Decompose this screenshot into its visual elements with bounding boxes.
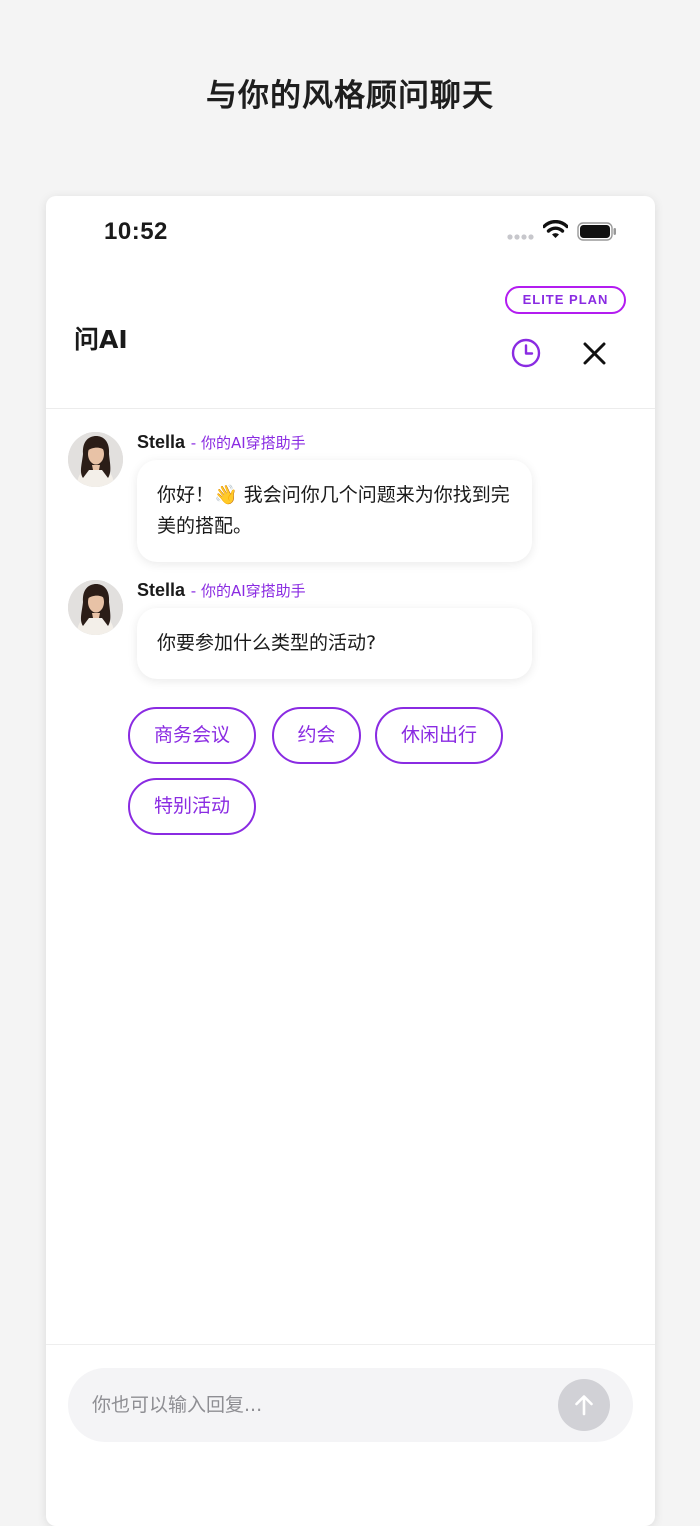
waving-hand-emoji: 👋	[214, 484, 238, 506]
page-heading: 与你的风格顾问聊天	[206, 78, 494, 114]
phone-screen: 10:52 ELITE PLAN 问AI Stella - 你的AI穿搭助手 你…	[46, 196, 655, 1526]
sender-name: Stella	[137, 580, 186, 600]
option-date[interactable]: 约会	[272, 707, 361, 764]
composer-divider	[46, 1344, 655, 1345]
arrow-up-icon	[575, 1395, 593, 1416]
elite-plan-badge: ELITE PLAN	[505, 286, 626, 314]
cellular-signal-icon	[507, 234, 534, 240]
option-special-event[interactable]: 特别活动	[128, 778, 256, 835]
message-bubble: 你要参加什么类型的活动?	[137, 608, 532, 679]
header-divider	[46, 408, 655, 409]
chat-message: Stella - 你的AI穿搭助手 你要参加什么类型的活动?	[68, 580, 538, 680]
close-icon[interactable]	[583, 342, 606, 365]
stella-avatar	[68, 580, 123, 635]
sender-line: Stella - 你的AI穿搭助手	[137, 580, 306, 601]
chat-title: 问AI	[74, 325, 128, 354]
message-text-part: 你好！	[157, 484, 215, 506]
sender-line: Stella - 你的AI穿搭助手	[137, 432, 306, 453]
status-time: 10:52	[104, 218, 168, 245]
sender-name: Stella	[137, 432, 186, 452]
sender-role: - 你的AI穿搭助手	[190, 434, 306, 452]
option-business-meeting[interactable]: 商务会议	[128, 707, 256, 764]
sender-role: - 你的AI穿搭助手	[190, 582, 306, 600]
stella-avatar	[68, 432, 123, 487]
message-bubble: 你好！👋 我会问你几个问题来为你找到完美的搭配。	[137, 460, 532, 562]
clock-icon[interactable]	[511, 338, 541, 368]
chat-message: Stella - 你的AI穿搭助手 你好！👋 我会问你几个问题来为你找到完美的搭…	[68, 432, 538, 567]
option-casual-outing[interactable]: 休闲出行	[375, 707, 503, 764]
wifi-icon	[543, 220, 568, 238]
message-composer	[68, 1368, 633, 1442]
status-bar: 10:52	[46, 196, 655, 268]
send-button[interactable]	[558, 1379, 610, 1431]
battery-icon	[577, 222, 616, 241]
message-input[interactable]	[92, 1368, 532, 1442]
